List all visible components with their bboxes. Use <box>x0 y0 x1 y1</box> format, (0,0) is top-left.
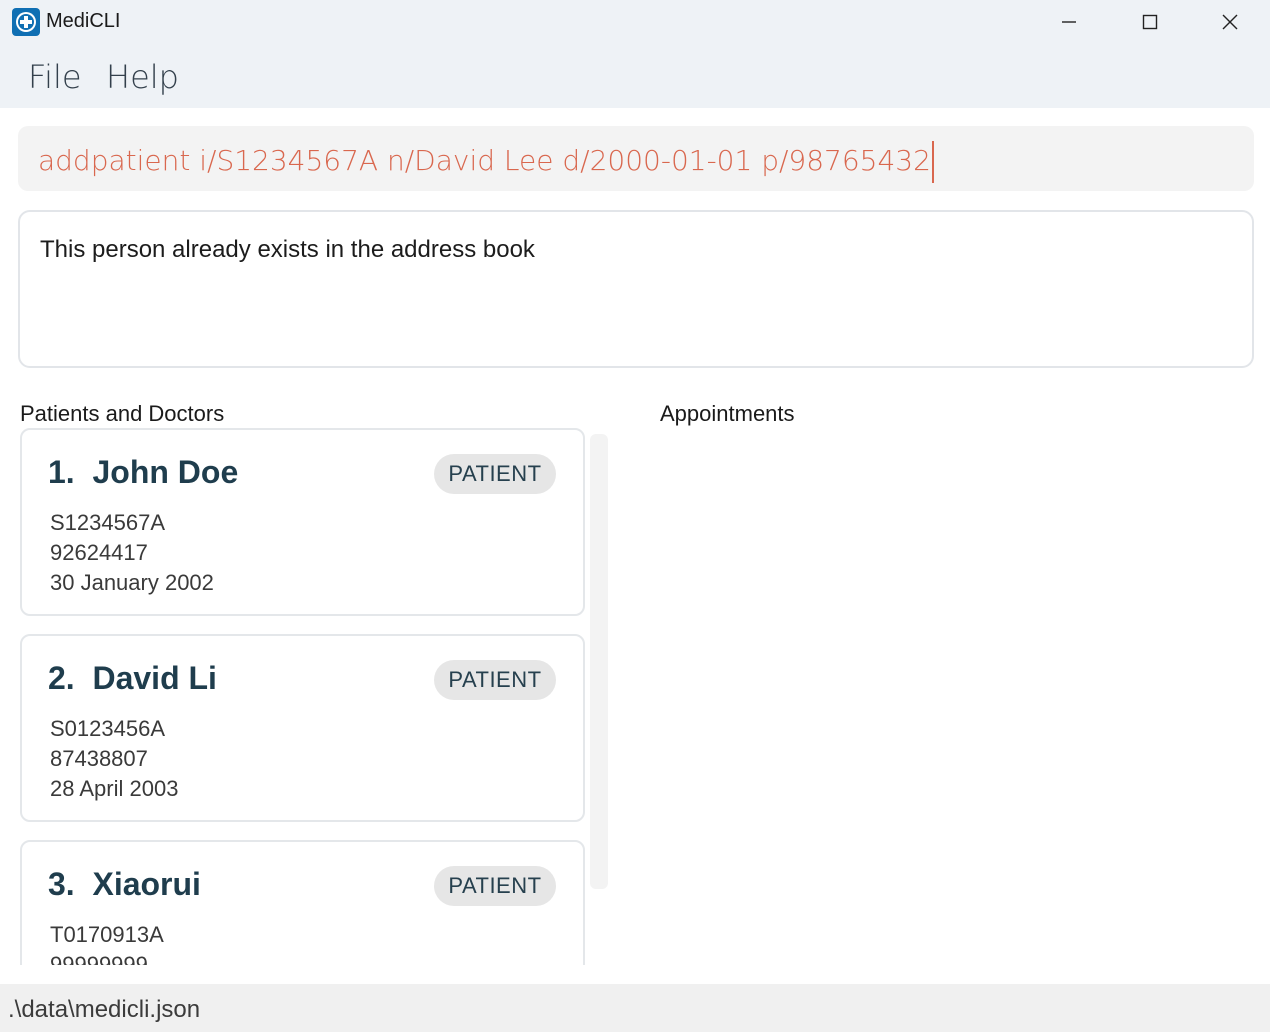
status-bar: .\data\medicli.json <box>0 984 1270 1032</box>
command-input-text: addpatient i/S1234567A n/David Lee d/200… <box>38 141 934 183</box>
result-display[interactable]: This person already exists in the addres… <box>18 210 1254 368</box>
person-phone: 99999999 <box>50 952 148 965</box>
person-index: 3. <box>48 866 75 902</box>
person-name-text: John Doe <box>92 454 239 490</box>
person-index: 2. <box>48 660 75 696</box>
menu-help[interactable]: Help <box>106 58 179 96</box>
appointments-list[interactable] <box>656 430 1254 965</box>
role-badge: PATIENT <box>434 866 556 906</box>
appointments-list-label: Appointments <box>660 401 795 426</box>
maximize-button[interactable] <box>1110 0 1190 44</box>
people-list[interactable]: 1. John Doe PATIENT S1234567A 92624417 3… <box>18 428 588 965</box>
medical-cross-icon <box>12 8 40 36</box>
menu-bar: File Help <box>0 44 1270 108</box>
minimize-icon <box>1062 21 1076 23</box>
person-card[interactable]: 1. John Doe PATIENT S1234567A 92624417 3… <box>20 428 585 616</box>
title-bar: MediCLI <box>0 0 1270 44</box>
people-list-scrollbar[interactable] <box>590 434 608 889</box>
person-phone: 87438807 <box>50 746 148 771</box>
person-name-text: David Li <box>92 660 217 696</box>
command-value: addpatient i/S1234567A n/David Lee d/200… <box>38 144 931 177</box>
result-message: This person already exists in the addres… <box>40 236 535 263</box>
person-name: 1. John Doe <box>48 454 238 491</box>
role-badge: PATIENT <box>434 454 556 494</box>
person-card[interactable]: 2. David Li PATIENT S0123456A 87438807 2… <box>20 634 585 822</box>
person-nric: T0170913A <box>50 922 164 947</box>
person-name: 2. David Li <box>48 660 217 697</box>
role-badge: PATIENT <box>434 660 556 700</box>
command-input[interactable]: addpatient i/S1234567A n/David Lee d/200… <box>18 126 1254 191</box>
person-index: 1. <box>48 454 75 490</box>
people-list-label: Patients and Doctors <box>20 401 225 426</box>
person-nric: S1234567A <box>50 510 165 535</box>
person-name-text: Xiaorui <box>92 866 201 902</box>
person-dob: 30 January 2002 <box>50 570 214 595</box>
person-name: 3. Xiaorui <box>48 866 201 903</box>
window-title: MediCLI <box>46 10 121 32</box>
person-phone: 92624417 <box>50 540 148 565</box>
person-dob: 28 April 2003 <box>50 776 179 801</box>
menu-file[interactable]: File <box>28 58 82 96</box>
data-file-path: .\data\medicli.json <box>8 996 201 1023</box>
close-icon <box>1222 14 1238 30</box>
person-card[interactable]: 3. Xiaorui PATIENT T0170913A 99999999 <box>20 840 585 965</box>
minimize-button[interactable] <box>1029 0 1109 44</box>
maximize-icon <box>1142 14 1158 30</box>
person-nric: S0123456A <box>50 716 165 741</box>
text-caret <box>931 141 934 183</box>
close-button[interactable] <box>1190 0 1270 44</box>
